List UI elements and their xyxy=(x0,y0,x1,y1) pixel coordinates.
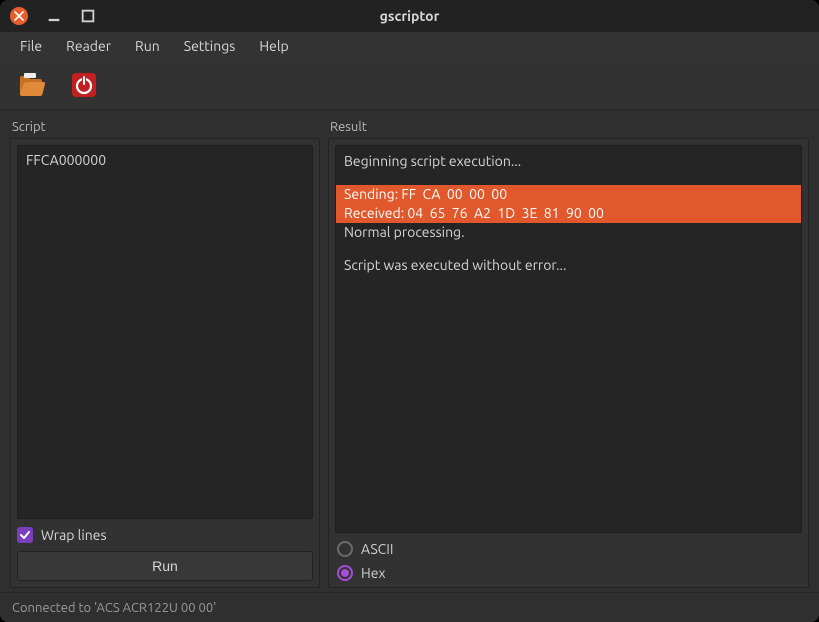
menu-help[interactable]: Help xyxy=(247,34,300,58)
statusbar: Connected to 'ACS ACR122U 00 00' xyxy=(0,592,819,622)
wrap-row: Wrap lines xyxy=(17,527,313,543)
wraplines-label[interactable]: Wrap lines xyxy=(41,527,107,543)
result-line: Received: 04 65 76 A2 1D 3E 81 90 00 xyxy=(336,204,801,223)
check-icon xyxy=(19,529,31,541)
script-frame: Wrap lines Run xyxy=(10,138,320,588)
open-button[interactable] xyxy=(14,67,50,103)
script-panel-label: Script xyxy=(10,120,320,134)
open-icon xyxy=(18,72,46,98)
radio-hex-label: Hex xyxy=(361,565,386,581)
radio-hex[interactable]: Hex xyxy=(337,565,802,581)
power-icon xyxy=(71,72,97,98)
main-area: Script Wrap lines Run Result Beginning s… xyxy=(0,110,819,592)
script-input[interactable] xyxy=(17,145,313,519)
result-line: Sending: FF CA 00 00 00 xyxy=(336,185,801,204)
menu-file[interactable]: File xyxy=(8,34,54,58)
menu-settings[interactable]: Settings xyxy=(172,34,248,58)
minimize-icon xyxy=(46,8,62,24)
result-panel-label: Result xyxy=(328,120,809,134)
status-text: Connected to 'ACS ACR122U 00 00' xyxy=(12,601,216,615)
radio-hex-indicator xyxy=(337,565,353,581)
menubar: File Reader Run Settings Help xyxy=(0,32,819,60)
window-title: gscriptor xyxy=(0,8,819,24)
wrap-lines-checkbox[interactable] xyxy=(17,527,33,543)
result-line: Beginning script execution... xyxy=(336,152,801,171)
result-line: Script was executed without error... xyxy=(336,256,801,275)
app-window: gscriptor File Reader Run Settings Help xyxy=(0,0,819,622)
run-button[interactable]: Run xyxy=(17,551,313,581)
encoding-radio-group: ASCII Hex xyxy=(335,541,802,581)
result-line: Normal processing. xyxy=(336,223,801,242)
result-frame: Beginning script execution... Sending: FF… xyxy=(328,138,809,588)
close-icon xyxy=(14,11,24,21)
power-button[interactable] xyxy=(66,67,102,103)
menu-run[interactable]: Run xyxy=(123,34,172,58)
minimize-button[interactable] xyxy=(46,8,62,24)
radio-ascii-label: ASCII xyxy=(361,541,393,557)
menu-reader[interactable]: Reader xyxy=(54,34,123,58)
radio-ascii-indicator xyxy=(337,541,353,557)
result-output[interactable]: Beginning script execution... Sending: FF… xyxy=(335,145,802,533)
maximize-icon xyxy=(80,8,96,24)
script-panel: Script Wrap lines Run xyxy=(10,120,320,588)
maximize-button[interactable] xyxy=(80,8,96,24)
titlebar: gscriptor xyxy=(0,0,819,32)
radio-ascii[interactable]: ASCII xyxy=(337,541,802,557)
result-panel: Result Beginning script execution... Send… xyxy=(328,120,809,588)
toolbar xyxy=(0,60,819,110)
window-controls xyxy=(10,7,96,25)
close-button[interactable] xyxy=(10,7,28,25)
